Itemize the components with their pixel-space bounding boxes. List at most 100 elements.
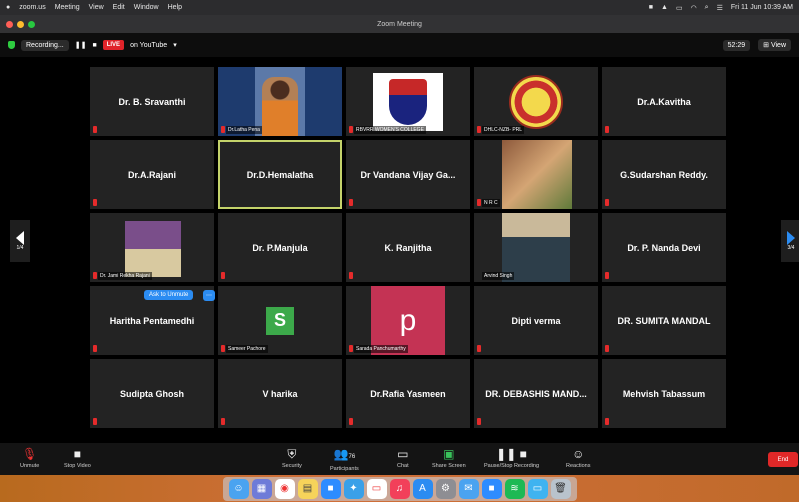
apple-menu-icon[interactable]: ● [6,4,10,11]
participant-tile[interactable]: Dr Vandana Vijay Ga... [346,140,470,209]
participant-tile[interactable]: DR. DEBASHIS MAND... [474,359,598,428]
participant-tile[interactable]: G.Sudarshan Reddy. [602,140,726,209]
muted-mic-icon [221,272,225,279]
shield-icon: ⛨ [287,447,297,461]
participants-button[interactable]: 👥76 Participants [330,447,359,472]
pause-recording-icon[interactable]: ❚❚ [75,41,87,49]
view-label: View [770,42,786,49]
control-center-icon[interactable]: ☰ [717,4,723,12]
more-options-button[interactable]: ⋯ [203,290,215,301]
muted-mic-icon [477,126,481,133]
ask-to-unmute-button[interactable]: Ask to Unmute [144,290,194,300]
stop-recording-icon[interactable]: ■ [92,42,96,49]
participant-name: Mehvish Tabassum [622,388,706,399]
battery-icon[interactable]: ▭ [676,4,683,12]
pause-stop-icon: ❚❚ ■ [496,447,527,461]
participant-tile[interactable]: Mehvish Tabassum [602,359,726,428]
participant-tile[interactable]: Dr.Latha Pena [218,67,342,136]
security-label: Security [282,463,302,469]
menu-zoom[interactable]: zoom.us [19,4,45,11]
participant-tile[interactable]: Dipti verma [474,286,598,355]
muted-mic-icon [605,418,609,425]
menu-view[interactable]: View [89,4,104,11]
muted-mic-icon [605,126,609,133]
participant-tile[interactable]: Sudipta Ghosh [90,359,214,428]
reactions-button[interactable]: ☺ Reactions [566,447,590,469]
menu-window[interactable]: Window [134,4,159,11]
participant-tile[interactable]: V harika [218,359,342,428]
dock-bar: ☺ ▦ ◉ ▤ ■ ✦ ▭ ♫ A ⚙ ✉ ■ ≋ ▭ 🗑 [222,476,577,501]
active-speaker-tile[interactable]: Dr.D.Hemalatha [218,140,342,209]
calendar-icon[interactable]: ▭ [366,478,387,499]
share-screen-button[interactable]: ▣ Share Screen [432,447,466,469]
participant-tile[interactable]: Arvind Singh [474,213,598,282]
photos-icon[interactable]: ▭ [527,478,548,499]
maximize-window-button[interactable] [28,21,35,28]
people-icon: 👥76 [333,447,356,461]
share-screen-label: Share Screen [432,463,466,469]
participant-tile[interactable]: Dr. P. Nanda Devi [602,213,726,282]
muted-mic-icon [349,418,353,425]
participant-tile[interactable]: RBVRR WOMEN'S COLLEGE [346,67,470,136]
trash-icon[interactable]: 🗑 [550,478,571,499]
live-badge[interactable]: LIVE [102,40,125,50]
participant-tile[interactable]: Dr.A.Rajani [90,140,214,209]
minimize-window-button[interactable] [17,21,24,28]
meeting-toolbar: 🎙 Unmute ■ Stop Video ⛨ Security 👥76 Partici… [0,443,799,475]
zoom-icon[interactable]: ■ [481,478,502,499]
security-shield-icon[interactable] [8,41,15,49]
notes-icon[interactable]: ▤ [297,478,318,499]
view-button[interactable]: ⊞ View [758,39,791,51]
chat-button[interactable]: ▭ Chat [397,447,409,469]
end-meeting-button[interactable]: End [768,452,798,467]
participant-tile[interactable]: Dr. Jami Rekha Rajani [90,213,214,282]
menu-help[interactable]: Help [168,4,182,11]
participant-tile[interactable]: DHLC-NZB- PRL [474,67,598,136]
mail-icon[interactable]: ✉ [458,478,479,499]
live-platform[interactable]: on YouTube [130,42,167,49]
participant-tile[interactable]: p Sarada Panchumarthy [346,286,470,355]
recording-indicator[interactable]: Recording... [21,39,69,51]
clock[interactable]: Fri 11 Jun 10:39 AM [731,4,793,11]
search-icon[interactable]: ⌕ [705,4,709,12]
menu-edit[interactable]: Edit [113,4,125,11]
participant-tile[interactable]: S Sameer Pachore [218,286,342,355]
participant-tile[interactable]: K. Ranjitha [346,213,470,282]
participant-tile[interactable]: Dr. B. Sravanthi [90,67,214,136]
finder-icon[interactable]: ☺ [228,478,249,499]
spotify-icon[interactable]: ≋ [504,478,525,499]
launchpad-icon[interactable]: ▦ [251,478,272,499]
muted-mic-icon [93,272,97,279]
participant-tile[interactable]: Dr. P.Manjula [218,213,342,282]
zoom-icon[interactable]: ■ [320,478,341,499]
window-title: Zoom Meeting [377,20,422,28]
zoom-status-icon[interactable]: ■ [649,4,653,11]
profile-photo [125,221,181,277]
grid-icon: ⊞ [763,42,771,49]
chrome-icon[interactable]: ◉ [274,478,295,499]
wifi-icon[interactable]: ◠ [691,4,697,12]
menu-meeting[interactable]: Meeting [55,4,80,11]
pause-recording-button[interactable]: ❚❚ ■ Pause/Stop Recording [484,447,539,469]
music-icon[interactable]: ♫ [389,478,410,499]
meeting-top-strip: Recording... ❚❚ ■ LIVE on YouTube ▾ 52:2… [0,33,799,57]
settings-icon[interactable]: ⚙ [435,478,456,499]
unmute-label: Unmute [20,463,40,469]
safari-icon[interactable]: ✦ [343,478,364,499]
muted-mic-icon [349,272,353,279]
close-window-button[interactable] [6,21,13,28]
cloud-icon[interactable]: ▲ [661,4,668,11]
chevron-down-icon[interactable]: ▾ [173,41,177,49]
participant-tile[interactable]: N R C [474,140,598,209]
stop-video-button[interactable]: ■ Stop Video [64,447,91,469]
unmute-button[interactable]: 🎙 Unmute [20,447,39,469]
recording-label: Recording... [26,41,64,49]
previous-page-button[interactable]: 1/4 [10,220,30,262]
security-button[interactable]: ⛨ Security [282,447,302,469]
participant-tile[interactable]: Dr.A.Kavitha [602,67,726,136]
participant-tile[interactable]: Dr.Rafia Yasmeen [346,359,470,428]
participant-tile[interactable]: DR. SUMITA MANDAL [602,286,726,355]
next-page-button[interactable]: 3/4 [781,220,799,262]
appstore-icon[interactable]: A [412,478,433,499]
avatar-letter: S [266,306,294,335]
